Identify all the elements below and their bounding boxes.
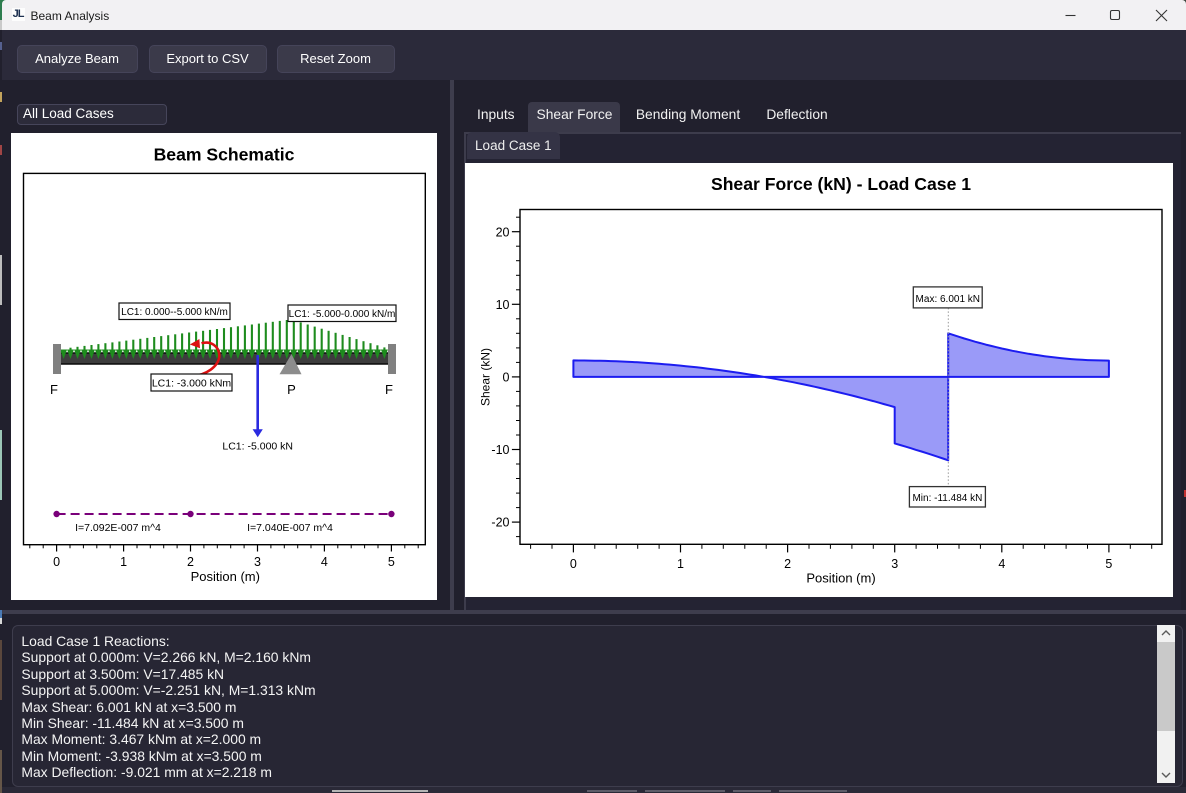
- svg-text:2: 2: [187, 555, 194, 569]
- svg-text:20: 20: [496, 225, 510, 239]
- svg-text:0: 0: [503, 370, 510, 384]
- svg-text:-10: -10: [491, 443, 509, 457]
- svg-text:10: 10: [496, 297, 510, 311]
- svg-text:F: F: [385, 382, 393, 397]
- svg-text:-20: -20: [491, 515, 509, 529]
- svg-text:3: 3: [254, 555, 261, 569]
- svg-text:4: 4: [998, 557, 1005, 571]
- svg-text:Shear Force (kN) - Load Case 1: Shear Force (kN) - Load Case 1: [711, 174, 971, 194]
- svg-text:LC1: -3.000 kNm: LC1: -3.000 kNm: [152, 378, 232, 390]
- svg-text:Max: 6.001 kN: Max: 6.001 kN: [916, 293, 980, 304]
- svg-text:1: 1: [120, 555, 127, 569]
- svg-text:I=7.092E-007 m^4: I=7.092E-007 m^4: [75, 522, 161, 534]
- svg-text:LC1: -5.000-0.000 kN/m: LC1: -5.000-0.000 kN/m: [289, 309, 396, 320]
- svg-text:Beam Schematic: Beam Schematic: [154, 145, 295, 165]
- svg-text:0: 0: [53, 555, 60, 569]
- svg-text:F: F: [50, 382, 58, 397]
- svg-text:3: 3: [891, 557, 898, 571]
- svg-text:Min: -11.484 kN: Min: -11.484 kN: [912, 492, 982, 503]
- svg-text:LC1: -5.000 kN: LC1: -5.000 kN: [222, 441, 293, 453]
- svg-text:I=7.040E-007 m^4: I=7.040E-007 m^4: [247, 522, 333, 534]
- svg-text:0: 0: [570, 557, 577, 571]
- svg-text:4: 4: [321, 555, 328, 569]
- svg-text:2: 2: [784, 557, 791, 571]
- svg-text:Shear (kN): Shear (kN): [479, 347, 493, 405]
- svg-text:5: 5: [388, 555, 395, 569]
- svg-text:P: P: [287, 382, 296, 397]
- svg-text:5: 5: [1105, 557, 1112, 571]
- svg-text:1: 1: [677, 557, 684, 571]
- svg-text:Position (m): Position (m): [191, 569, 260, 584]
- svg-text:LC1: 0.000--5.000 kN/m: LC1: 0.000--5.000 kN/m: [121, 307, 228, 318]
- svg-text:Position (m): Position (m): [806, 570, 875, 585]
